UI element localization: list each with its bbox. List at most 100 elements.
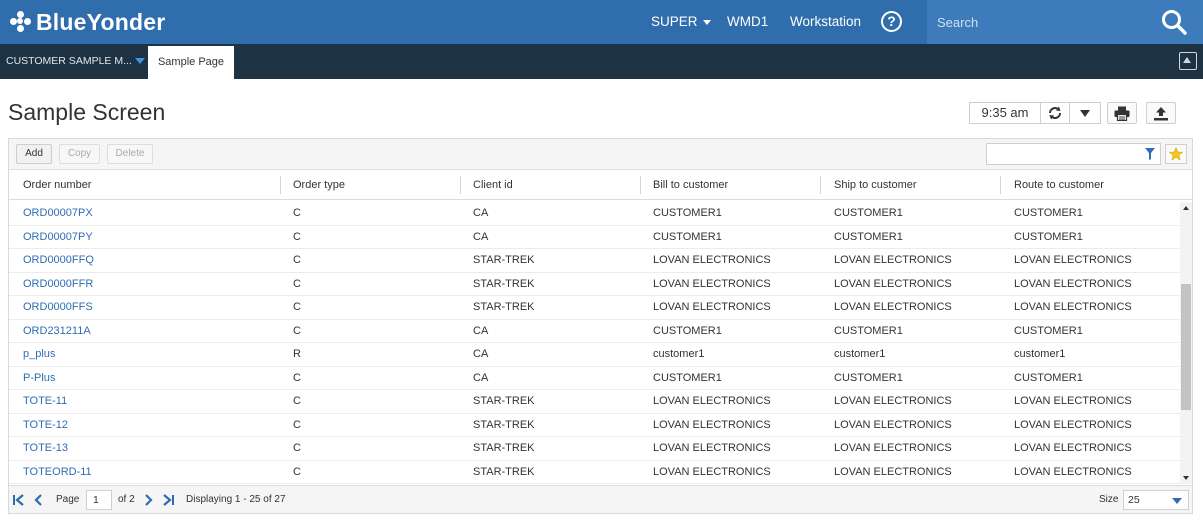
export-button[interactable] <box>1146 102 1176 124</box>
cell-client-id: STAR-TREK <box>473 395 535 407</box>
cell-ship-to-customer: CUSTOMER1 <box>834 324 903 337</box>
cell-bill-to-customer: customer1 <box>653 348 705 360</box>
cell-bill-to-customer: CUSTOMER1 <box>653 230 722 243</box>
copy-button[interactable]: Copy <box>59 144 100 164</box>
scroll-up-icon[interactable] <box>1183 206 1189 210</box>
page-number-input[interactable] <box>86 490 112 510</box>
refresh-button[interactable] <box>1041 103 1070 123</box>
refresh-icon <box>1049 106 1061 120</box>
next-page-icon[interactable] <box>140 492 156 508</box>
cell-client-id: CA <box>473 348 489 360</box>
cell-route-to-customer: CUSTOMER1 <box>1014 371 1083 384</box>
order-number-link[interactable]: ORD231211A <box>23 320 91 343</box>
table-row[interactable]: ORD0000FFR C STAR-TREK LOVAN ELECTRONICS LOV… <box>9 273 1180 296</box>
displaying-status: Displaying 1 - 25 of 27 <box>186 494 286 505</box>
table-row[interactable]: ORD0000FFS C STAR-TREK LOVAN ELECTRONICS LOV… <box>9 296 1180 320</box>
order-number-link[interactable]: ORD00007PY <box>23 226 93 249</box>
order-number-link[interactable]: ORD0000FFR <box>23 273 93 296</box>
grid-pager: Page of 2 Displaying 1 - 25 of 27 Size 2… <box>9 485 1192 513</box>
favorite-button[interactable] <box>1165 144 1187 164</box>
search-input[interactable] <box>937 10 1137 34</box>
first-page-icon[interactable] <box>11 492 27 508</box>
column-resize-handle[interactable] <box>820 176 821 194</box>
last-page-icon[interactable] <box>160 492 176 508</box>
last-refresh-time: 9:35 am <box>970 103 1041 123</box>
order-number-link[interactable]: TOTEORD-11 <box>23 461 92 484</box>
column-bill-to-customer[interactable]: Bill to customer <box>653 170 728 200</box>
cell-bill-to-customer: CUSTOMER1 <box>653 324 722 337</box>
collapse-header-button[interactable] <box>1179 52 1197 70</box>
order-number-link[interactable]: P-Plus <box>23 367 55 390</box>
cell-order-type: C <box>293 395 301 407</box>
grid-toolbar: Add Copy Delete <box>9 139 1192 170</box>
cell-ship-to-customer: LOVAN ELECTRONICS <box>834 254 952 266</box>
tab-sample-page[interactable]: Sample Page <box>148 46 234 79</box>
filter-icon[interactable] <box>1145 148 1155 160</box>
cell-bill-to-customer: LOVAN ELECTRONICS <box>653 442 771 454</box>
help-icon[interactable]: ? <box>881 11 902 32</box>
search-icon[interactable] <box>1161 9 1187 35</box>
cell-ship-to-customer: CUSTOMER1 <box>834 230 903 243</box>
order-number-link[interactable]: TOTE-11 <box>23 390 67 413</box>
order-number-link[interactable]: TOTE-13 <box>23 437 68 460</box>
cell-route-to-customer: LOVAN ELECTRONICS <box>1014 442 1132 454</box>
nav-super-menu[interactable]: SUPER <box>651 0 711 44</box>
caret-down-icon <box>1080 109 1090 117</box>
vertical-scrollbar[interactable] <box>1180 202 1192 484</box>
star-icon <box>1169 147 1183 161</box>
table-row[interactable]: ORD0000FFQ C STAR-TREK LOVAN ELECTRONICS LOV… <box>9 249 1180 273</box>
column-order-type[interactable]: Order type <box>293 170 345 200</box>
table-row[interactable]: ORD00007PX C CA CUSTOMER1 CUSTOMER1 CUSTOMER1 <box>9 202 1180 226</box>
nav-workstation[interactable]: Workstation <box>790 0 861 44</box>
scroll-down-icon[interactable] <box>1183 476 1189 480</box>
grid-column-header: Order number Order type Client id Bill t… <box>9 170 1192 200</box>
filter-field[interactable] <box>986 143 1161 165</box>
cell-ship-to-customer: LOVAN ELECTRONICS <box>834 465 952 478</box>
add-button[interactable]: Add <box>16 144 52 164</box>
table-row[interactable]: TOTEORD-11 C STAR-TREK LOVAN ELECTRONICS LOV… <box>9 461 1180 484</box>
cell-client-id: CA <box>473 207 489 219</box>
print-icon <box>1114 106 1130 121</box>
logo-icon <box>10 11 32 33</box>
table-row[interactable]: p_plus R CA customer1 customer1 customer1 <box>9 343 1180 367</box>
table-row[interactable]: ORD231211A C CA CUSTOMER1 CUSTOMER1 CUSTOMER1 <box>9 320 1180 343</box>
delete-button[interactable]: Delete <box>107 144 153 164</box>
page-size-value: 25 <box>1128 494 1140 506</box>
order-number-link[interactable]: p_plus <box>23 343 55 366</box>
cell-route-to-customer: CUSTOMER1 <box>1014 230 1083 243</box>
column-resize-handle[interactable] <box>640 176 641 194</box>
column-resize-handle[interactable] <box>460 176 461 194</box>
order-number-link[interactable]: TOTE-12 <box>23 414 68 437</box>
table-row[interactable]: TOTE-11 C STAR-TREK LOVAN ELECTRONICS LOVAN … <box>9 390 1180 414</box>
page-size-select[interactable]: 25 <box>1123 490 1189 510</box>
refresh-group: 9:35 am <box>969 102 1101 124</box>
table-row[interactable]: P-Plus C CA CUSTOMER1 CUSTOMER1 CUSTOMER1 <box>9 367 1180 390</box>
column-ship-to-customer[interactable]: Ship to customer <box>834 170 917 200</box>
order-number-link[interactable]: ORD0000FFS <box>23 296 93 319</box>
cell-route-to-customer: LOVAN ELECTRONICS <box>1014 254 1132 266</box>
print-button[interactable] <box>1107 102 1137 124</box>
cell-route-to-customer: LOVAN ELECTRONICS <box>1014 301 1132 313</box>
upload-icon <box>1154 106 1168 120</box>
refresh-options-dropdown[interactable] <box>1070 103 1100 123</box>
column-client-id[interactable]: Client id <box>473 170 513 200</box>
column-route-to-customer[interactable]: Route to customer <box>1014 170 1104 200</box>
column-resize-handle[interactable] <box>280 176 281 194</box>
tab-menu-dropdown[interactable]: CUSTOMER SAMPLE M... <box>6 44 145 79</box>
chevron-down-icon <box>702 19 711 25</box>
table-row[interactable]: ORD00007PY C CA CUSTOMER1 CUSTOMER1 CUSTOMER1 <box>9 226 1180 249</box>
search-box <box>927 0 1203 44</box>
cell-client-id: STAR-TREK <box>473 418 535 431</box>
nav-wmd1[interactable]: WMD1 <box>727 0 768 44</box>
table-row[interactable]: TOTE-12 C STAR-TREK LOVAN ELECTRONICS LOVAN … <box>9 414 1180 437</box>
previous-page-icon[interactable] <box>31 492 47 508</box>
table-row[interactable]: TOTE-13 C STAR-TREK LOVAN ELECTRONICS LOVAN … <box>9 437 1180 461</box>
order-number-link[interactable]: ORD00007PX <box>23 202 93 225</box>
cell-client-id: STAR-TREK <box>473 442 535 454</box>
scrollbar-thumb[interactable] <box>1181 284 1191 410</box>
brand-logo[interactable]: BlueYonder <box>10 8 165 36</box>
column-order-number[interactable]: Order number <box>23 170 91 200</box>
cell-route-to-customer: LOVAN ELECTRONICS <box>1014 465 1132 478</box>
order-number-link[interactable]: ORD0000FFQ <box>23 249 94 272</box>
column-resize-handle[interactable] <box>1000 176 1001 194</box>
